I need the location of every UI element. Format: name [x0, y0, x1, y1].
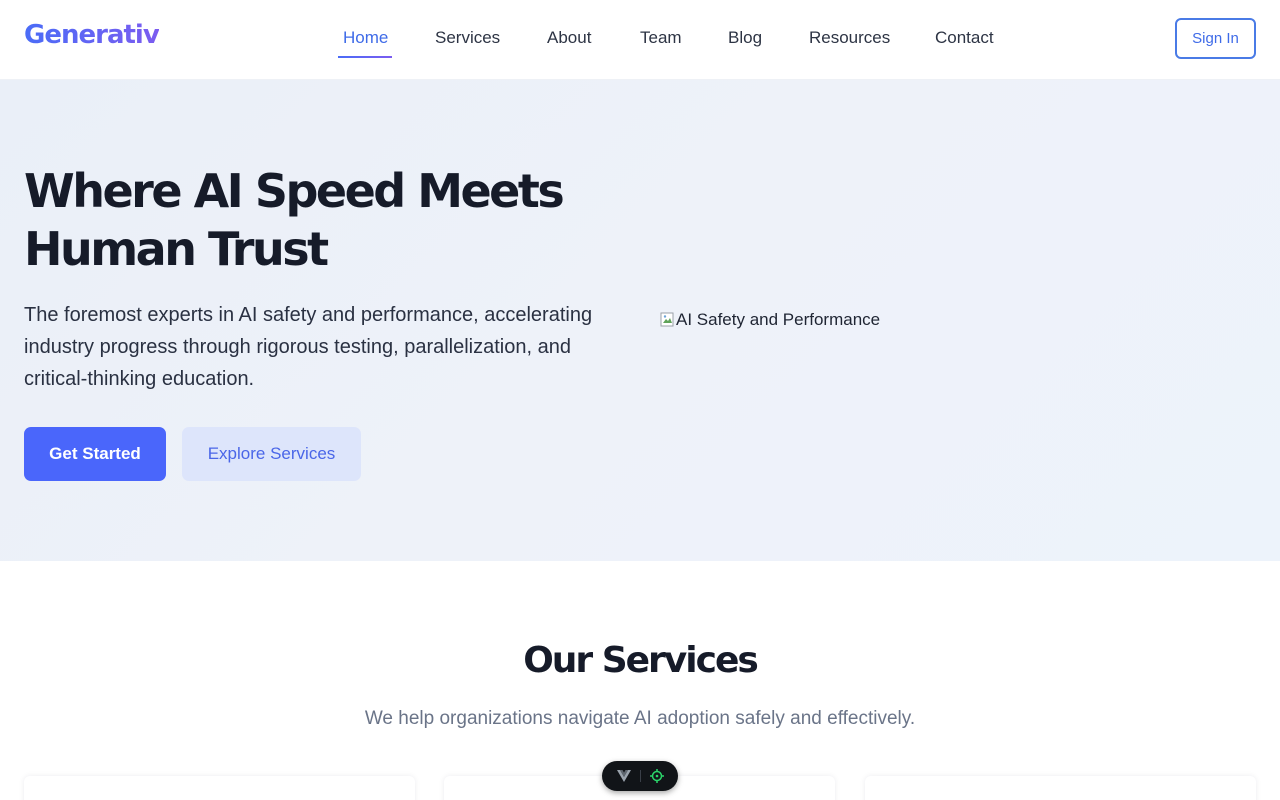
- main-nav: Home Services About Team Blog Resources …: [0, 0, 1280, 80]
- site-header: Generativ Home Services About Team Blog …: [0, 0, 1280, 80]
- get-started-button[interactable]: Get Started: [24, 427, 166, 481]
- nav-item-blog[interactable]: Blog: [728, 28, 762, 48]
- service-card[interactable]: [24, 776, 415, 800]
- hero-title-line-2: Human Trust: [24, 222, 329, 276]
- hero-image-alt-text: AI Safety and Performance: [676, 310, 881, 329]
- hero-title-line-1: Where AI Speed Meets: [24, 164, 565, 218]
- toolbar-divider: [639, 770, 641, 782]
- crosshair-icon[interactable]: [647, 766, 667, 786]
- vue-logo-icon[interactable]: [614, 766, 634, 786]
- nav-active-indicator: [338, 56, 392, 58]
- hero-image: AI Safety and Performance: [660, 308, 880, 332]
- explore-services-button[interactable]: Explore Services: [182, 427, 361, 481]
- nav-item-about[interactable]: About: [547, 28, 591, 48]
- nav-item-home[interactable]: Home: [343, 28, 388, 48]
- hero-subtitle: The foremost experts in AI safety and pe…: [24, 304, 593, 390]
- devtools-toolbar: [602, 761, 678, 791]
- services-title: Our Services: [523, 640, 759, 681]
- broken-image-icon: [660, 312, 676, 328]
- nav-item-resources[interactable]: Resources: [809, 28, 890, 48]
- hero-section: Where AI Speed Meets Human Trust The for…: [0, 80, 1280, 561]
- sign-in-button[interactable]: Sign In: [1175, 18, 1256, 59]
- nav-item-services[interactable]: Services: [435, 28, 500, 48]
- service-card[interactable]: [865, 776, 1256, 800]
- nav-item-team[interactable]: Team: [640, 28, 682, 48]
- nav-item-contact[interactable]: Contact: [935, 28, 994, 48]
- hero-title: Where AI Speed Meets Human Trust: [24, 162, 624, 278]
- services-subtitle: We help organizations navigate AI adopti…: [364, 708, 916, 729]
